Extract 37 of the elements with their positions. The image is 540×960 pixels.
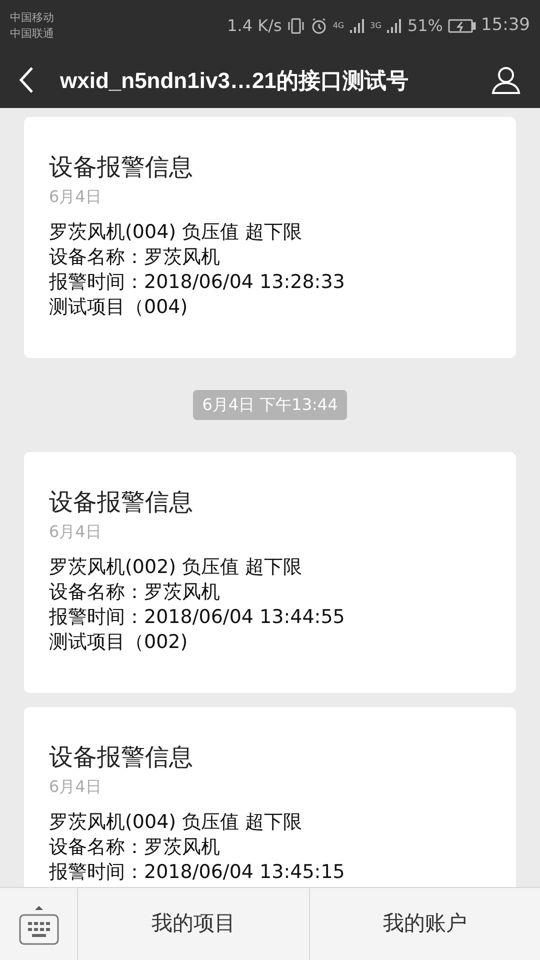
signal-icon: [386, 18, 402, 34]
menu-button[interactable]: 我的账户: [310, 888, 540, 960]
card-line: 罗茨风机(004) 负压值 超下限: [49, 810, 304, 835]
battery-charging-icon: [448, 19, 476, 33]
card-title: 设备报警信息: [49, 487, 194, 518]
card-line: 测试项目（004): [49, 295, 189, 320]
alarm-icon: [310, 17, 328, 35]
card-line: 报警时间：2018/06/04 13:45:15: [49, 860, 346, 885]
clock-time: 15:39: [481, 14, 530, 38]
network-type: 4G: [332, 22, 344, 30]
card-line: 设备名称：罗茨风机: [49, 835, 221, 860]
profile-button[interactable]: [490, 64, 522, 96]
card-date: 6月4日: [49, 521, 102, 543]
card-date: 6月4日: [49, 776, 102, 798]
carrier-name: 中国联通: [10, 26, 54, 42]
network-speed: 1.4 K/s: [227, 15, 282, 37]
card-line: 罗茨风机(002) 负压值 超下限: [49, 555, 304, 580]
card-title: 设备报警信息: [49, 742, 194, 773]
window-title: wxid_n5ndn1iv3…21的接口测试号: [60, 66, 408, 94]
menu-button[interactable]: 我的项目: [78, 888, 310, 960]
message-card[interactable]: 设备报警信息 6月4日 罗茨风机(002) 负压值 超下限 设备名称：罗茨风机 报警时间：2018/06/04 13:44:55 测试项目（002): [24, 452, 516, 693]
card-line: 设备名称：罗茨风机: [49, 245, 221, 270]
carrier-name: 中国移动: [10, 10, 54, 26]
card-line: 报警时间：2018/06/04 13:28:33: [49, 270, 346, 295]
card-title: 设备报警信息: [49, 152, 194, 183]
message-card[interactable]: 设备报警信息 6月4日 罗茨风机(004) 负压值 超下限 设备名称：罗茨风机 报警时间：2018/06/04 13:28:33 测试项目（004): [24, 117, 516, 358]
signal-icon: [349, 18, 366, 34]
card-line: 报警时间：2018/06/04 13:44:55: [49, 605, 346, 630]
card-date: 6月4日: [49, 186, 102, 208]
network-type: 3G: [370, 22, 382, 30]
card-line: 设备名称：罗茨风机: [49, 580, 221, 605]
battery-level: 51%: [407, 15, 443, 37]
vibrate-icon: [286, 17, 305, 35]
message-card[interactable]: 设备报警信息 6月4日 罗茨风机(004) 负压值 超下限 设备名称：罗茨风机 报警时间：2018/06/04 13:45:15: [24, 707, 516, 887]
card-line: 测试项目（002): [49, 630, 189, 655]
time-stamp: 6月4日 下午13:44: [193, 390, 347, 420]
card-line: 罗茨风机(004) 负压值 超下限: [49, 220, 304, 245]
